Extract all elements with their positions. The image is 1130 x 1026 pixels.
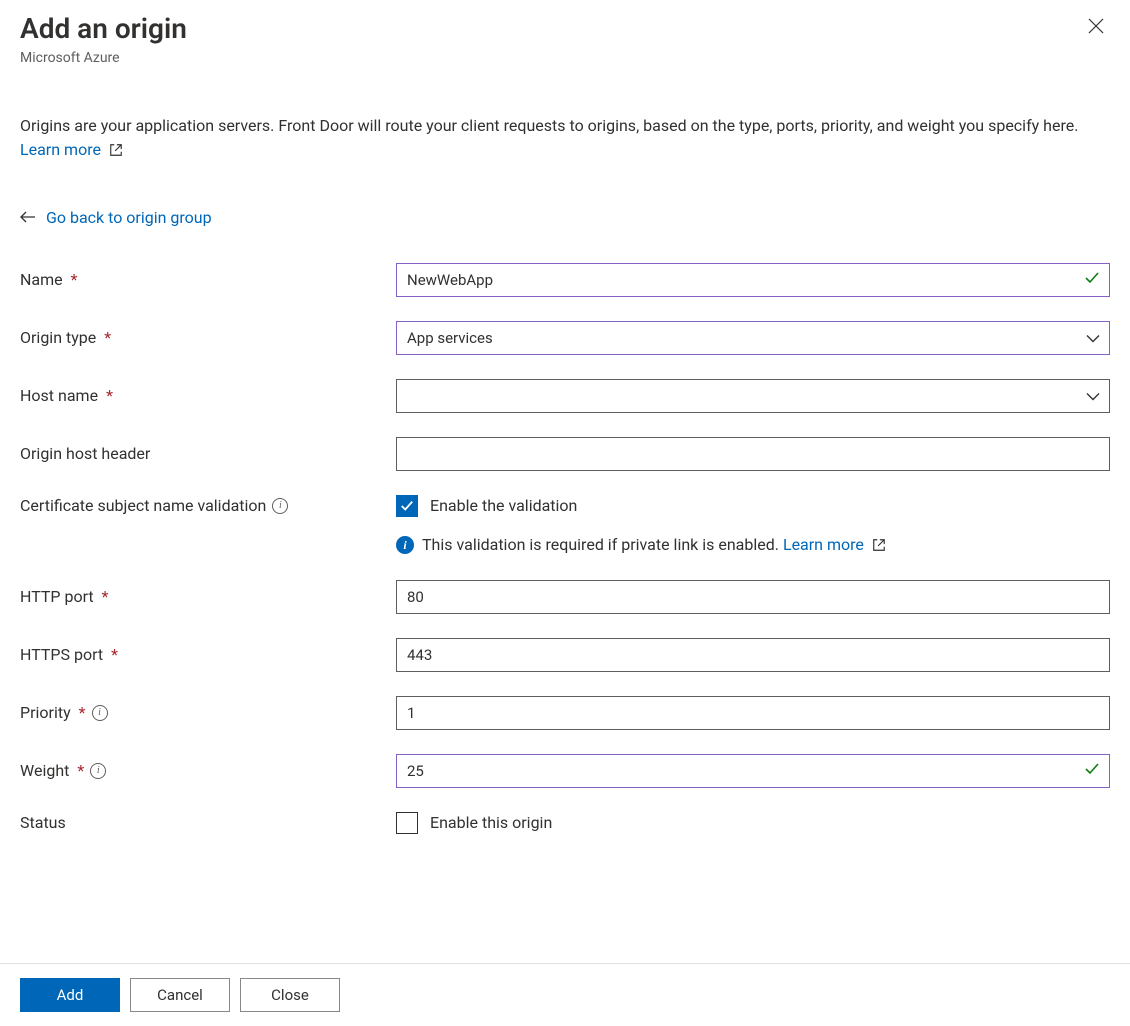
status-label-text: Status: [20, 813, 66, 832]
origin-host-header-input[interactable]: [396, 437, 1110, 471]
http-port-label-text: HTTP port: [20, 587, 94, 606]
cert-validation-info: i This validation is required if private…: [396, 535, 1110, 556]
footer: Add Cancel Close: [0, 963, 1130, 1026]
info-icon[interactable]: i: [272, 498, 288, 514]
learn-more-link[interactable]: Learn more: [20, 140, 123, 159]
origin-host-header-label: Origin host header: [20, 444, 396, 463]
enable-origin-checkbox[interactable]: [396, 812, 418, 834]
priority-input[interactable]: [396, 696, 1110, 730]
form: Name * Origin type * Host name *: [20, 263, 1110, 834]
info-bubble-icon: i: [396, 536, 414, 554]
close-icon[interactable]: [1082, 12, 1110, 40]
required-indicator: *: [71, 270, 78, 289]
cert-validation-label: Certificate subject name validation i: [20, 496, 396, 515]
host-name-select[interactable]: [396, 379, 1110, 413]
external-link-icon: [109, 140, 123, 164]
https-port-label-text: HTTPS port: [20, 645, 103, 664]
cert-validation-label-text: Certificate subject name validation: [20, 496, 266, 515]
origin-type-label-text: Origin type: [20, 328, 96, 347]
description-text: Origins are your application servers. Fr…: [20, 114, 1110, 164]
weight-label-text: Weight: [20, 761, 69, 780]
cancel-button[interactable]: Cancel: [130, 978, 230, 1012]
required-indicator: *: [111, 645, 118, 664]
enable-origin-label: Enable this origin: [430, 813, 552, 832]
name-label: Name *: [20, 270, 396, 289]
required-indicator: *: [104, 328, 111, 347]
origin-type-label: Origin type *: [20, 328, 396, 347]
name-input[interactable]: [396, 263, 1110, 297]
http-port-label: HTTP port *: [20, 587, 396, 606]
info-icon[interactable]: i: [92, 705, 108, 721]
description-body: Origins are your application servers. Fr…: [20, 116, 1078, 135]
origin-type-select[interactable]: [396, 321, 1110, 355]
enable-validation-checkbox[interactable]: [396, 495, 418, 517]
priority-label-text: Priority: [20, 703, 71, 722]
origin-host-header-label-text: Origin host header: [20, 444, 150, 463]
required-indicator: *: [77, 761, 84, 780]
weight-label: Weight * i: [20, 761, 396, 780]
name-label-text: Name: [20, 270, 63, 289]
enable-validation-label: Enable the validation: [430, 496, 577, 515]
learn-more-label: Learn more: [20, 140, 101, 159]
https-port-input[interactable]: [396, 638, 1110, 672]
weight-input[interactable]: [396, 754, 1110, 788]
cert-validation-learn-more-label: Learn more: [783, 535, 864, 554]
add-button[interactable]: Add: [20, 978, 120, 1012]
page-subtitle: Microsoft Azure: [20, 50, 187, 66]
host-name-label-text: Host name: [20, 386, 98, 405]
page-title: Add an origin: [20, 12, 187, 46]
cert-validation-info-text: This validation is required if private l…: [422, 535, 783, 554]
required-indicator: *: [106, 386, 113, 405]
required-indicator: *: [79, 703, 86, 722]
priority-label: Priority * i: [20, 703, 396, 722]
back-arrow-icon: [20, 211, 36, 223]
close-button[interactable]: Close: [240, 978, 340, 1012]
required-indicator: *: [102, 587, 109, 606]
status-label: Status: [20, 813, 396, 832]
external-link-icon: [872, 537, 886, 556]
cert-validation-learn-more-link[interactable]: Learn more: [783, 535, 886, 554]
info-icon[interactable]: i: [90, 763, 106, 779]
host-name-label: Host name *: [20, 386, 396, 405]
https-port-label: HTTPS port *: [20, 645, 396, 664]
http-port-input[interactable]: [396, 580, 1110, 614]
back-to-origin-group-link[interactable]: Go back to origin group: [46, 208, 212, 227]
